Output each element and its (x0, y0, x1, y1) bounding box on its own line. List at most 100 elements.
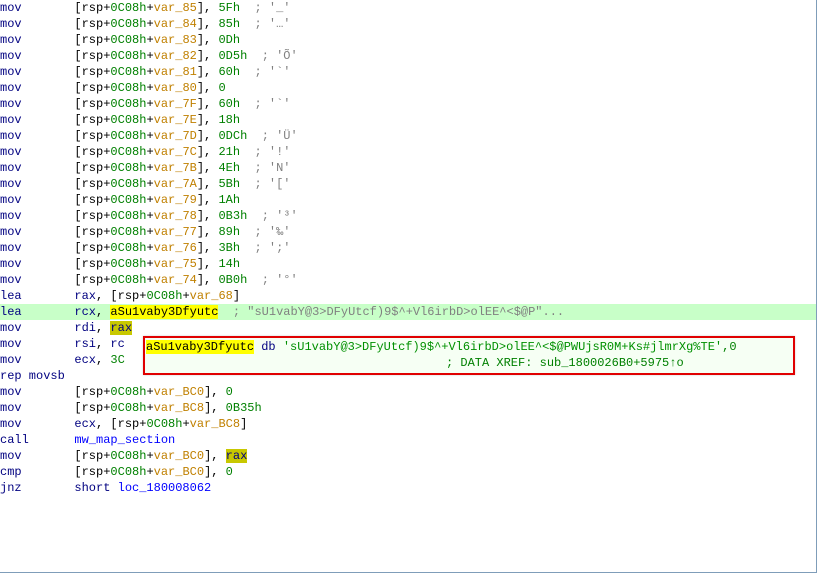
mnemonic: mov (0, 416, 60, 432)
immediate: 0Dh (218, 33, 240, 47)
char-comment: ; ';' (254, 241, 290, 255)
immediate: 0B3h (218, 209, 247, 223)
offset: 0C08h (110, 49, 146, 63)
asm-line[interactable]: mov rdi, rax (0, 320, 816, 336)
var: var_81 (154, 65, 197, 79)
var: var_78 (154, 209, 197, 223)
char-comment: ; 'N' (254, 161, 290, 175)
symbol-ref[interactable]: aSu1vaby3Dfyutc (110, 305, 218, 319)
mnemonic: mov (0, 208, 60, 224)
asm-line[interactable]: mov [rsp+0C08h+var_79], 1Ah (0, 192, 816, 208)
asm-line[interactable]: mov ecx, [rsp+0C08h+var_BC8] (0, 416, 816, 432)
immediate: 60h (218, 97, 240, 111)
char-comment: ; '!' (254, 145, 290, 159)
asm-line[interactable]: mov [rsp+0C08h+var_85], 5Fh ; '_' (0, 0, 816, 16)
jump-target[interactable]: loc_180008062 (118, 481, 212, 495)
register: rax (74, 289, 96, 303)
mnemonic: mov (0, 320, 60, 336)
asm-line[interactable]: mov [rsp+0C08h+var_84], 85h ; '…' (0, 16, 816, 32)
immediate: 0 (218, 81, 225, 95)
char-comment: ; '‰' (254, 225, 290, 239)
immediate: 0B0h (218, 273, 247, 287)
asm-line[interactable]: mov [rsp+0C08h+var_81], 60h ; '`' (0, 64, 816, 80)
asm-line[interactable]: mov [rsp+0C08h+var_BC8], 0B35h (0, 400, 816, 416)
immediate: 1Ah (218, 193, 240, 207)
char-comment: ; '`' (254, 97, 290, 111)
asm-line[interactable]: mov [rsp+0C08h+var_7B], 4Eh ; 'N' (0, 160, 816, 176)
var: var_82 (154, 49, 197, 63)
asm-line-lea-rax[interactable]: lea rax, [rsp+0C08h+var_68] (0, 288, 816, 304)
offset: 0C08h (110, 65, 146, 79)
asm-line[interactable]: mov [rsp+0C08h+var_78], 0B3h ; '³' (0, 208, 816, 224)
immediate: 0DCh (218, 129, 247, 143)
char-comment: ; 'Ü' (262, 129, 298, 143)
asm-line[interactable]: mov [rsp+0C08h+var_80], 0 (0, 80, 816, 96)
immediate: 3Bh (218, 241, 240, 255)
string-comment: ; "sU1vabY@3>DFyUtcf)9$^+Vl6irbD>olEE^<$… (233, 305, 564, 319)
call-target[interactable]: mw_map_section (74, 433, 175, 447)
asm-line[interactable]: mov [rsp+0C08h+var_77], 89h ; '‰' (0, 224, 816, 240)
asm-line[interactable]: mov [rsp+0C08h+var_7C], 21h ; '!' (0, 144, 816, 160)
immediate: 14h (218, 257, 240, 271)
immediate: 5Fh (218, 1, 240, 15)
var: var_BC0 (154, 385, 204, 399)
offset: 0C08h (110, 177, 146, 191)
offset: 0C08h (146, 289, 182, 303)
immediate: 0 (226, 385, 233, 399)
asm-line-jump[interactable]: jnz short loc_180008062 (0, 480, 816, 496)
mnemonic: mov (0, 272, 60, 288)
offset: 0C08h (110, 225, 146, 239)
var: var_7B (154, 161, 197, 175)
mnemonic: mov (0, 224, 60, 240)
asm-line[interactable]: mov [rsp+0C08h+var_BC0], rax (0, 448, 816, 464)
var: var_75 (154, 257, 197, 271)
mnemonic: mov (0, 0, 60, 16)
immediate: 0D5h (218, 49, 247, 63)
immediate: 60h (218, 65, 240, 79)
immediate: 5Bh (218, 177, 240, 191)
offset: 0C08h (110, 17, 146, 31)
var: var_76 (154, 241, 197, 255)
asm-line[interactable]: cmp [rsp+0C08h+var_BC0], 0 (0, 464, 816, 480)
var: var_85 (154, 1, 197, 15)
offset: 0C08h (110, 33, 146, 47)
offset: 0C08h (110, 81, 146, 95)
asm-line-call[interactable]: call mw_map_section (0, 432, 816, 448)
asm-line[interactable]: mov [rsp+0C08h+var_7E], 18h (0, 112, 816, 128)
tooltip-symbol: aSu1vaby3Dfyutc (146, 340, 254, 354)
char-comment: ; '³' (262, 209, 298, 223)
offset: 0C08h (110, 113, 146, 127)
offset: 0C08h (110, 385, 146, 399)
asm-line[interactable]: mov [rsp+0C08h+var_76], 3Bh ; ';' (0, 240, 816, 256)
mnemonic: cmp (0, 464, 60, 480)
mnemonic: mov (0, 144, 60, 160)
asm-line[interactable]: mov [rsp+0C08h+var_BC0], 0 (0, 384, 816, 400)
immediate: 85h (218, 17, 240, 31)
mnemonic: lea (0, 288, 60, 304)
offset: 0C08h (110, 193, 146, 207)
var: var_7D (154, 129, 197, 143)
offset: 0C08h (110, 257, 146, 271)
mnemonic: lea (0, 304, 60, 320)
offset: 0C08h (110, 97, 146, 111)
asm-line[interactable]: mov [rsp+0C08h+var_7A], 5Bh ; '[' (0, 176, 816, 192)
disassembly-view[interactable]: mov [rsp+0C08h+var_85], 5Fh ; '_'mov [rs… (0, 0, 817, 573)
mnemonic: mov (0, 112, 60, 128)
asm-line[interactable]: mov [rsp+0C08h+var_74], 0B0h ; '°' (0, 272, 816, 288)
var: var_77 (154, 225, 197, 239)
offset: 0C08h (110, 1, 146, 15)
mnemonic: mov (0, 384, 60, 400)
offset: 0C08h (110, 145, 146, 159)
mnemonic: mov (0, 192, 60, 208)
char-comment: ; '_' (254, 1, 290, 15)
char-comment: ; 'Õ' (262, 49, 298, 63)
mnemonic: mov (0, 256, 60, 272)
asm-line[interactable]: mov [rsp+0C08h+var_7D], 0DCh ; 'Ü' (0, 128, 816, 144)
asm-line[interactable]: mov [rsp+0C08h+var_7F], 60h ; '`' (0, 96, 816, 112)
asm-line[interactable]: mov [rsp+0C08h+var_75], 14h (0, 256, 816, 272)
mnemonic: mov (0, 16, 60, 32)
asm-line[interactable]: mov [rsp+0C08h+var_83], 0Dh (0, 32, 816, 48)
asm-line[interactable]: mov [rsp+0C08h+var_82], 0D5h ; 'Õ' (0, 48, 816, 64)
asm-line-lea-rcx[interactable]: lea rcx, aSu1vaby3Dfyutc ; "sU1vabY@3>DF… (0, 304, 816, 320)
tooltip-xref: ; DATA XREF: sub_1800026B0+5975↑o (446, 356, 684, 370)
